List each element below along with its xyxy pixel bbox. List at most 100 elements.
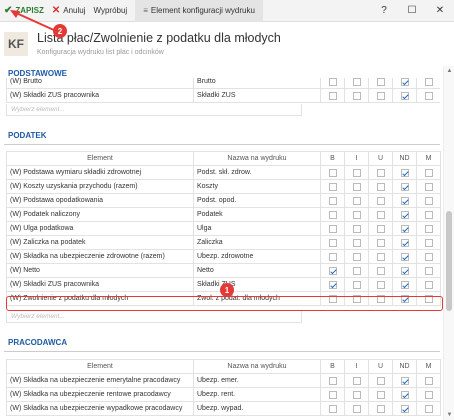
table-row[interactable]: (W) Koszty uzyskania przychodu (razem) Ko… xyxy=(6,179,441,194)
checkbox-i[interactable] xyxy=(352,196,361,205)
podatek-add-element[interactable]: Wybierz element... xyxy=(6,311,302,323)
checkbox-i[interactable] xyxy=(352,280,361,289)
checkbox-u[interactable] xyxy=(376,182,385,191)
checkbox-i[interactable] xyxy=(352,390,361,399)
checkbox-nd[interactable] xyxy=(400,78,409,86)
print-name-cell[interactable]: Koszty xyxy=(193,179,321,194)
table-row[interactable]: (W) Ulga podatkowa Ulga xyxy=(6,221,441,236)
print-name-cell[interactable]: Ulga xyxy=(193,221,321,236)
checkbox-u[interactable] xyxy=(376,280,385,289)
print-name-cell[interactable]: Zaliczka xyxy=(193,235,321,250)
table-row[interactable]: (W) Składka na ubezpieczenie emerytalne … xyxy=(6,373,441,388)
checkbox-m[interactable] xyxy=(424,168,433,177)
checkbox-u[interactable] xyxy=(376,196,385,205)
checkbox-m[interactable] xyxy=(424,238,433,247)
table-row[interactable]: (W) Składka na ubezpieczenie zdrowotne (… xyxy=(6,249,441,264)
checkbox-b[interactable] xyxy=(328,210,337,219)
checkbox-i[interactable] xyxy=(352,91,361,100)
checkbox-b[interactable] xyxy=(328,252,337,261)
checkbox-i[interactable] xyxy=(352,266,361,275)
table-row[interactable]: (W) Podatek naliczony Podatek xyxy=(6,207,441,222)
table-row[interactable]: (W) Zaliczka na podatek Zaliczka xyxy=(6,235,441,250)
checkbox-m[interactable] xyxy=(424,91,433,100)
checkbox-u[interactable] xyxy=(376,252,385,261)
print-name-cell[interactable]: Ubezp. emer. xyxy=(193,373,321,388)
print-name-cell[interactable]: Składki ZUS xyxy=(193,88,321,103)
checkbox-nd[interactable] xyxy=(400,182,409,191)
checkbox-i[interactable] xyxy=(352,252,361,261)
checkbox-i[interactable] xyxy=(352,404,361,413)
checkbox-u[interactable] xyxy=(376,390,385,399)
checkbox-m[interactable] xyxy=(424,376,433,385)
print-name-cell[interactable]: Netto xyxy=(193,263,321,278)
print-name-cell[interactable]: Podst. opod. xyxy=(193,193,321,208)
checkbox-b[interactable] xyxy=(328,390,337,399)
checkbox-b[interactable] xyxy=(328,182,337,191)
checkbox-u[interactable] xyxy=(376,238,385,247)
checkbox-i[interactable] xyxy=(352,238,361,247)
checkbox-u[interactable] xyxy=(376,78,385,86)
checkbox-m[interactable] xyxy=(424,78,433,86)
print-name-cell[interactable]: Ubezp. wypad. xyxy=(193,401,321,416)
table-row[interactable]: (W) Netto Netto xyxy=(6,263,441,278)
checkbox-b[interactable] xyxy=(328,404,337,413)
help-button[interactable]: ? xyxy=(370,0,398,22)
checkbox-m[interactable] xyxy=(424,196,433,205)
close-button[interactable]: ✕ xyxy=(426,0,454,22)
checkbox-b[interactable] xyxy=(328,196,337,205)
print-name-cell[interactable]: Brutto xyxy=(193,78,321,89)
checkbox-u[interactable] xyxy=(376,91,385,100)
checkbox-nd[interactable] xyxy=(400,376,409,385)
vertical-scrollbar[interactable]: ▲ ▼ xyxy=(443,66,454,420)
checkbox-i[interactable] xyxy=(352,376,361,385)
table-row[interactable]: (W) Podstawa wymiaru składki zdrowotnej P… xyxy=(6,165,441,180)
checkbox-u[interactable] xyxy=(376,266,385,275)
scrollbar-thumb[interactable] xyxy=(446,211,452,311)
table-row[interactable]: (W) Podstawa opodatkowania Podst. opod. xyxy=(6,193,441,208)
scroll-up-icon[interactable]: ▲ xyxy=(444,68,454,74)
checkbox-nd[interactable] xyxy=(400,280,409,289)
checkbox-b[interactable] xyxy=(328,376,337,385)
checkbox-nd[interactable] xyxy=(400,196,409,205)
checkbox-nd[interactable] xyxy=(400,390,409,399)
checkbox-m[interactable] xyxy=(424,224,433,233)
table-row[interactable]: (W) Składka na ubezpieczenie rentowe pra… xyxy=(6,387,441,402)
checkbox-u[interactable] xyxy=(376,168,385,177)
checkbox-i[interactable] xyxy=(352,210,361,219)
checkbox-b[interactable] xyxy=(328,280,337,289)
checkbox-m[interactable] xyxy=(424,280,433,289)
checkbox-nd[interactable] xyxy=(400,224,409,233)
checkbox-b[interactable] xyxy=(328,224,337,233)
checkbox-nd[interactable] xyxy=(400,404,409,413)
checkbox-m[interactable] xyxy=(424,404,433,413)
checkbox-m[interactable] xyxy=(424,182,433,191)
checkbox-u[interactable] xyxy=(376,210,385,219)
checkbox-b[interactable] xyxy=(328,78,337,86)
scroll-down-icon[interactable]: ▼ xyxy=(444,412,454,418)
checkbox-nd[interactable] xyxy=(400,266,409,275)
checkbox-u[interactable] xyxy=(376,224,385,233)
checkbox-nd[interactable] xyxy=(400,238,409,247)
table-row[interactable]: (W) Składka na ubezpieczenie wypadkowe p… xyxy=(6,401,441,416)
checkbox-m[interactable] xyxy=(424,266,433,275)
print-name-cell[interactable]: Składki ZUS xyxy=(193,277,321,292)
checkbox-m[interactable] xyxy=(424,252,433,261)
checkbox-b[interactable] xyxy=(328,238,337,247)
checkbox-b[interactable] xyxy=(328,91,337,100)
checkbox-b[interactable] xyxy=(328,266,337,275)
checkbox-u[interactable] xyxy=(376,376,385,385)
maximize-button[interactable]: ☐ xyxy=(398,0,426,22)
print-name-cell[interactable]: Ubezp. zdrowotne xyxy=(193,249,321,264)
print-name-cell[interactable]: Podatek xyxy=(193,207,321,222)
checkbox-i[interactable] xyxy=(352,224,361,233)
checkbox-u[interactable] xyxy=(376,404,385,413)
podstawowe-add-element[interactable]: Wybierz element... xyxy=(6,104,302,116)
table-row[interactable]: (W) Składki ZUS pracownika Składki ZUS xyxy=(6,88,440,103)
print-name-cell[interactable]: Ubezp. rent. xyxy=(193,387,321,402)
checkbox-nd[interactable] xyxy=(400,91,409,100)
checkbox-i[interactable] xyxy=(352,78,361,86)
checkbox-nd[interactable] xyxy=(400,168,409,177)
checkbox-m[interactable] xyxy=(424,210,433,219)
print-name-cell[interactable]: Podst. skł. zdrow. xyxy=(193,165,321,180)
checkbox-i[interactable] xyxy=(352,182,361,191)
